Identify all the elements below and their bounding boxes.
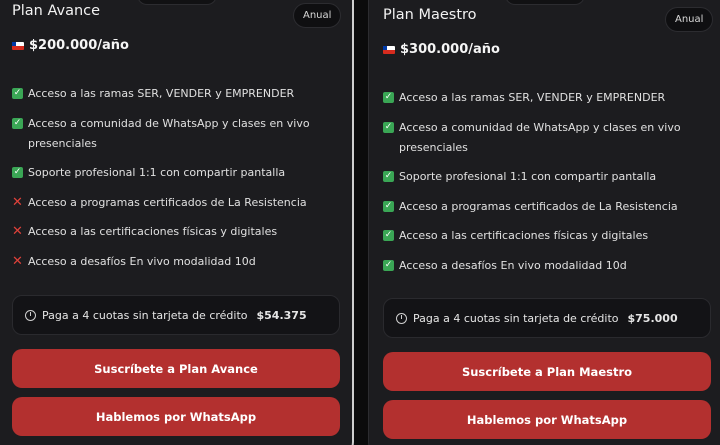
chile-flag-icon [12, 41, 24, 50]
feature-text: Acceso a programas certificados de La Re… [399, 199, 678, 213]
installments-text: Paga a 4 cuotas sin tarjeta de crédito [42, 308, 248, 322]
feature-text: Acceso a desafíos En vivo modalidad 10d [399, 258, 627, 272]
feature-item: ✓ Acceso a programas certificados de La R… [383, 197, 703, 217]
feature-list: ✓ Acceso a las ramas SER, VENDER y EMPREN… [12, 84, 332, 281]
cross-icon: ✕ [12, 253, 23, 269]
stopwatch-icon [396, 312, 407, 324]
feature-text: Soporte profesional 1:1 con compartir pa… [399, 170, 657, 183]
feature-item: ✓ Acceso a las certificaciones físicas y … [383, 226, 703, 246]
price-value: $200.000/año [29, 38, 129, 53]
installments-box: Paga a 4 cuotas sin tarjeta de crédito $… [383, 298, 711, 338]
installments-amount: $54.375 [256, 308, 307, 322]
check-icon: ✓ [12, 117, 23, 129]
check-icon: ✓ [383, 92, 394, 103]
subscribe-button[interactable]: Suscríbete a Plan Maestro [383, 352, 711, 391]
feature-item: ✕ Acceso a desafíos En vivo modalidad 10d [12, 252, 332, 272]
plan-card-maestro: Plan Maestro Anual $300.000/año ✓ Acceso … [368, 0, 720, 445]
card-top-tab [505, 0, 585, 5]
feature-text: Acceso a comunidad de WhatsApp y clases … [399, 120, 681, 154]
plan-card-avance: Plan Avance Anual $200.000/año ✓ Acceso a… [0, 0, 354, 445]
plan-name: Plan Maestro [383, 7, 477, 23]
feature-item: ✓ Acceso a comunidad de WhatsApp y clases… [12, 114, 332, 154]
feature-item: ✓ Acceso a las ramas SER, VENDER y EMPREN… [383, 88, 703, 108]
check-icon: ✓ [383, 171, 394, 182]
feature-text: Acceso a programas certificados de La Re… [28, 195, 307, 209]
feature-item: ✓ Soporte profesional 1:1 con compartir p… [12, 163, 332, 183]
feature-text: Acceso a comunidad de WhatsApp y clases … [28, 116, 310, 150]
feature-text: Acceso a las certificaciones físicas y d… [399, 229, 649, 242]
feature-text: Acceso a desafíos En vivo modalidad 10d [28, 254, 256, 268]
feature-item: ✓ Soporte profesional 1:1 con compartir p… [383, 167, 703, 187]
feature-item: ✕ Acceso a programas certificados de La R… [12, 193, 332, 213]
installments-amount: $75.000 [627, 311, 678, 325]
check-icon: ✓ [383, 230, 394, 241]
installments-text: Paga a 4 cuotas sin tarjeta de crédito [413, 311, 619, 325]
check-icon: ✓ [12, 167, 23, 178]
period-badge: Anual [293, 3, 342, 28]
plan-price: $200.000/año [12, 38, 129, 53]
check-icon: ✓ [383, 259, 394, 271]
feature-text: Acceso a las ramas SER, VENDER y EMPREND… [399, 91, 666, 104]
check-icon: ✓ [12, 88, 23, 99]
feature-item: ✕ Acceso a las certificaciones físicas y … [12, 222, 332, 242]
card-top-tab [137, 0, 217, 5]
cross-icon: ✕ [12, 224, 23, 239]
price-value: $300.000/año [400, 42, 500, 57]
subscribe-button[interactable]: Suscríbete a Plan Avance [12, 349, 340, 388]
plan-price: $300.000/año [383, 42, 500, 57]
stopwatch-icon [25, 309, 36, 321]
chile-flag-icon [383, 45, 395, 54]
check-icon: ✓ [383, 121, 394, 133]
period-badge: Anual [665, 7, 714, 32]
feature-text: Soporte profesional 1:1 con compartir pa… [28, 166, 286, 179]
cross-icon: ✕ [12, 194, 23, 210]
check-icon: ✓ [383, 200, 394, 212]
plan-name: Plan Avance [12, 3, 101, 19]
feature-item: ✓ Acceso a las ramas SER, VENDER y EMPREN… [12, 84, 332, 104]
whatsapp-button[interactable]: Hablemos por WhatsApp [12, 397, 340, 436]
feature-list: ✓ Acceso a las ramas SER, VENDER y EMPREN… [383, 88, 703, 285]
feature-item: ✓ Acceso a comunidad de WhatsApp y clases… [383, 118, 703, 158]
installments-box: Paga a 4 cuotas sin tarjeta de crédito $… [12, 295, 340, 335]
feature-item: ✓ Acceso a desafíos En vivo modalidad 10d [383, 256, 703, 276]
whatsapp-button[interactable]: Hablemos por WhatsApp [383, 400, 711, 439]
feature-text: Acceso a las ramas SER, VENDER y EMPREND… [28, 87, 295, 100]
feature-text: Acceso a las certificaciones físicas y d… [28, 225, 278, 238]
